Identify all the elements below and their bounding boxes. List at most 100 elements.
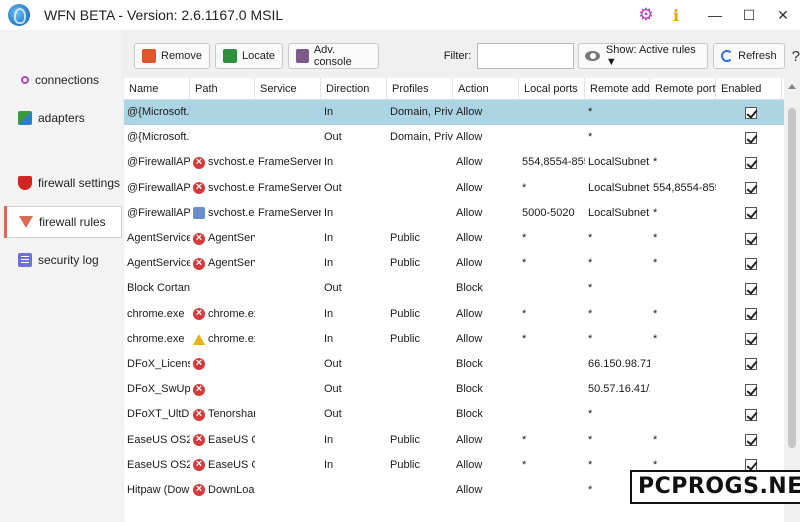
cell-action: Allow [453, 201, 519, 226]
table-row[interactable]: DFoX_SwUpda Out Block 50.57.16.41/25 [124, 377, 784, 402]
enabled-checkbox[interactable] [744, 232, 757, 245]
cell-action-text: Allow [456, 156, 483, 169]
column-header-remote-port[interactable]: Remote port [650, 78, 716, 99]
table-row[interactable]: AgentService.e AgentServi In Public Allow * * * [124, 251, 784, 276]
enabled-checkbox[interactable] [744, 106, 757, 119]
cell-service [255, 453, 321, 478]
table-row[interactable]: @{Microsoft.W Out Domain, PrivaAllow * [124, 125, 784, 150]
table-row[interactable]: @FirewallAPI.c svchost.exeFrameServerIn Al… [124, 201, 784, 226]
column-header-direction[interactable]: Direction [321, 78, 387, 99]
table-row[interactable]: @{Microsoft.W In Domain, PrivaAllow * [124, 100, 784, 126]
column-header-profiles[interactable]: Profiles [387, 78, 453, 99]
enabled-checkbox[interactable] [744, 408, 757, 421]
cell-name: EaseUS OS2G [124, 428, 190, 453]
cell-name: @FirewallAPI.c [124, 150, 190, 175]
column-header-enabled[interactable]: Enabled [716, 78, 782, 99]
column-header-name[interactable]: Name [124, 78, 190, 99]
cell-enabled [716, 150, 782, 175]
column-header-path[interactable]: Path [190, 78, 255, 99]
cell-direction: In [321, 226, 387, 251]
remove-button[interactable]: Remove [134, 43, 210, 69]
table-row[interactable]: @FirewallAPI.c svchost.exeFrameServerIn Al… [124, 150, 784, 175]
cell-path [190, 276, 255, 301]
enabled-checkbox[interactable] [744, 282, 757, 295]
enabled-checkbox[interactable] [744, 257, 757, 270]
cell-direction-text: In [324, 458, 334, 471]
info-icon[interactable]: i [664, 6, 688, 25]
enabled-checkbox[interactable] [744, 207, 757, 220]
sidebar-item-connections[interactable]: connections [4, 64, 122, 96]
cell-remote-addr-text: * [588, 458, 593, 471]
maximize-button[interactable]: ☐ [732, 7, 766, 24]
cell-name: DFoXT_UltDat [124, 402, 190, 427]
cell-remote-port-text: * [653, 307, 658, 320]
cell-path: EaseUS OS [190, 453, 255, 478]
cell-action-text: Allow [456, 458, 483, 471]
cell-enabled [716, 251, 782, 276]
sidebar-item-adapters[interactable]: adapters [4, 102, 122, 134]
locate-icon [222, 49, 237, 63]
scroll-up-arrow-icon[interactable] [788, 84, 796, 89]
cell-enabled [716, 428, 782, 453]
cell-profiles: Public [387, 453, 453, 478]
filter-input[interactable] [477, 43, 575, 69]
show-rules-dropdown[interactable]: Show: Active rules ▼ [578, 43, 709, 69]
column-header-action[interactable]: Action [453, 78, 519, 99]
title-bar-controls: ⚙ i — ☐ ✕ [634, 0, 800, 30]
sidebar-item-label: adapters [38, 111, 85, 125]
cell-path [190, 100, 255, 125]
column-header-remote-addr[interactable]: Remote addr [585, 78, 650, 99]
cell-remote-addr-text: * [588, 257, 593, 270]
cell-enabled [716, 352, 782, 377]
cell-enabled [716, 402, 782, 427]
vertical-scrollbar[interactable] [784, 78, 800, 522]
cell-profiles: Public [387, 327, 453, 352]
settings-gear-icon[interactable]: ⚙ [634, 5, 658, 25]
enabled-checkbox[interactable] [744, 358, 757, 371]
cell-remote-addr: * [585, 428, 650, 453]
cell-remote-addr-text: * [588, 131, 593, 144]
cell-remote-addr-text: LocalSubnet [588, 206, 650, 219]
sidebar-item-firewall-settings[interactable]: firewall settings [4, 167, 122, 199]
table-row[interactable]: chrome.exe chrome.exe In Public Allow * * * [124, 327, 784, 352]
cell-profiles-text: Public [390, 433, 420, 446]
enabled-checkbox[interactable] [744, 156, 757, 169]
sidebar-item-firewall-rules[interactable]: firewall rules [4, 206, 122, 238]
enabled-checkbox[interactable] [744, 434, 757, 447]
advanced-console-button[interactable]: Adv. console [288, 43, 379, 69]
cell-name: AgentService.e [124, 251, 190, 276]
cell-name-text: chrome.exe [127, 332, 185, 345]
table-row[interactable]: DFoXT_UltDat Tenorshare Out Block * [124, 402, 784, 427]
help-icon[interactable]: ? [792, 48, 800, 65]
refresh-label: Refresh [738, 50, 777, 62]
locate-button[interactable]: Locate [214, 43, 283, 69]
table-row[interactable]: @FirewallAPI.c svchost.exeFrameServerOut A… [124, 176, 784, 201]
sidebar-item-security-log[interactable]: security log [4, 244, 122, 276]
cell-local-ports: * [519, 176, 585, 201]
enabled-checkbox[interactable] [744, 131, 757, 144]
cell-action: Allow [453, 453, 519, 478]
column-header-service[interactable]: Service [255, 78, 321, 99]
cell-path: DownLoadi [190, 478, 255, 503]
cell-enabled [716, 176, 782, 201]
enabled-checkbox[interactable] [744, 333, 757, 346]
table-row[interactable]: chrome.exe chrome.exe In Public Allow * * * [124, 302, 784, 327]
error-status-icon [193, 150, 205, 175]
table-row[interactable]: Block Cortana Out Block * [124, 276, 784, 301]
close-button[interactable]: ✕ [766, 7, 800, 24]
minimize-button[interactable]: — [698, 7, 732, 23]
table-row[interactable]: AgentService.e AgentServi In Public Allow * * * [124, 226, 784, 251]
scroll-thumb[interactable] [788, 108, 796, 448]
table-row[interactable]: EaseUS OS2G EaseUS OS In Public Allow * * * [124, 427, 784, 452]
cell-name: Block Cortana [124, 276, 190, 301]
table-row[interactable]: DFoX_Licensin Out Block 66.150.98.71/2 [124, 352, 784, 377]
enabled-checkbox[interactable] [744, 182, 757, 195]
cell-remote-port-text: * [653, 257, 658, 270]
cell-action-text: Block [456, 282, 483, 295]
enabled-checkbox[interactable] [744, 383, 757, 396]
enabled-checkbox[interactable] [744, 308, 757, 321]
column-header-local-ports[interactable]: Local ports [519, 78, 585, 99]
title-bar: WFN BETA - Version: 2.6.1167.0 MSIL ⚙ i … [0, 0, 800, 30]
cell-name: @FirewallAPI.c [124, 176, 190, 201]
refresh-button[interactable]: Refresh [713, 43, 785, 69]
